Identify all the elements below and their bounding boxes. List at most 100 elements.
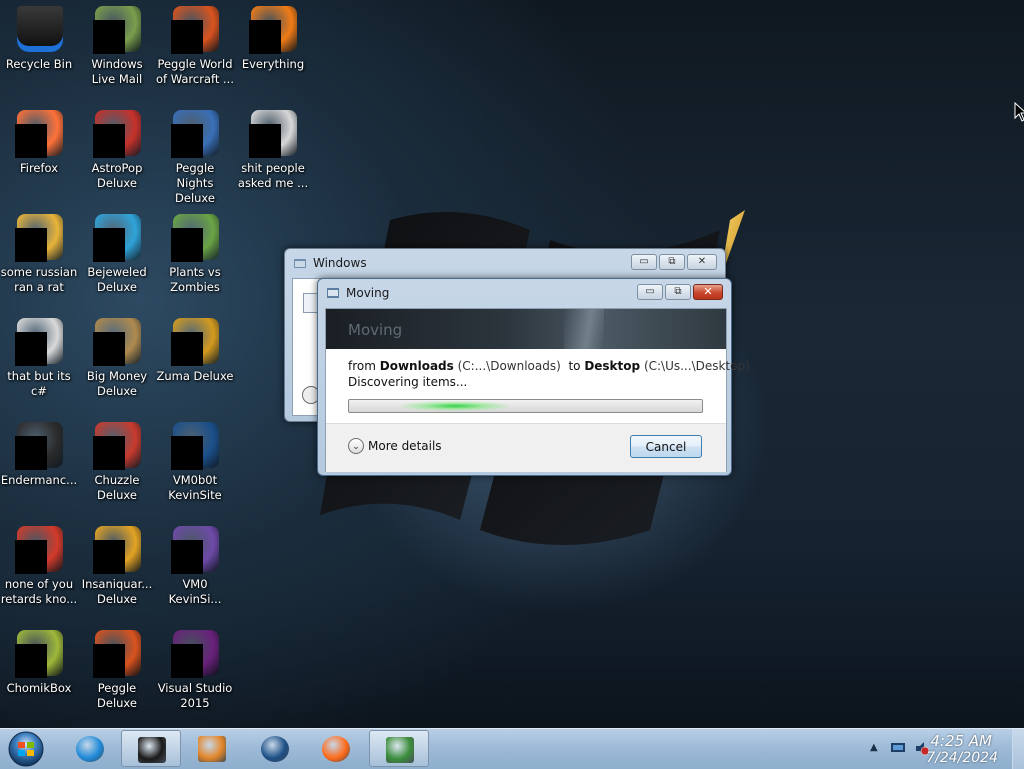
network-icon[interactable] [890,741,906,755]
dialog-caption-buttons: ▭ ⧉ ✕ [635,284,723,300]
desktop-icon[interactable]: Zuma Deluxe [156,318,234,384]
redaction-box [171,436,203,470]
desktop-icon-label: that but its c# [7,369,71,398]
desktop-icon[interactable]: Bejeweled Deluxe [78,214,156,295]
desktop-icon[interactable]: Everything [234,6,312,72]
desktop-icon[interactable]: ChomikBox [0,630,78,696]
show-desktop-button[interactable] [1012,729,1024,769]
redaction-box [249,124,281,158]
taskbar-button[interactable] [245,730,305,767]
desktop-icon-image [93,422,141,470]
redaction-box [15,540,47,574]
dialog-maximize-button[interactable]: ⧉ [665,284,691,300]
dialog-close-button[interactable]: ✕ [693,284,723,300]
redaction-box [249,20,281,54]
redaction-box [93,20,125,54]
desktop-icon-label: Endermanc... [0,473,78,487]
move-description: from Downloads (C:...\Downloads) to Desk… [348,359,750,373]
desktop-icon-label: Windows Live Mail [91,57,143,86]
close-button[interactable]: ✕ [687,254,717,270]
desktop-icon[interactable]: Insaniquar... Deluxe [78,526,156,607]
desktop-icon-label: none of you retards kno... [0,577,78,606]
dest-name[interactable]: Desktop [584,359,640,373]
desktop-icon[interactable]: Peggle World of Warcraft ... [156,6,234,87]
redaction-box [15,228,47,262]
desktop-icon[interactable]: Plants vs Zombies [156,214,234,295]
redaction-box [93,228,125,262]
start-button[interactable] [4,730,48,768]
maximize-button[interactable]: ⧉ [659,254,685,270]
minimize-icon: ▭ [645,286,655,297]
desktop-icon-label: some russian ran a rat [0,265,78,294]
desktop-icon[interactable]: Big Money Deluxe [78,318,156,399]
desktop-icon[interactable]: none of you retards kno... [0,526,78,607]
desktop-icon[interactable]: Chuzzle Deluxe [78,422,156,503]
minimize-icon: ▭ [639,256,649,267]
dialog-footer: ⌄ More details Cancel [326,423,726,472]
desktop-icon-image [15,422,63,470]
desktop-icon-image [249,110,297,158]
redaction-box [15,436,47,470]
progress-glow [400,401,510,411]
redaction-box [93,644,125,678]
desktop-icon-label: Firefox [19,161,59,175]
close-icon: ✕ [697,256,707,267]
desktop-icon[interactable]: Peggle Deluxe [78,630,156,711]
dialog-banner: Moving [326,309,726,349]
taskbar-button[interactable] [182,730,242,767]
desktop-icon-image [93,6,141,54]
desktop-icon-label: Insaniquar... Deluxe [81,577,153,606]
desktop-icon-label: Peggle Nights Deluxe [175,161,215,205]
desktop-icon-label: shit people asked me ... [237,161,309,190]
redaction-box [171,228,203,262]
tray-overflow-icon[interactable]: ▲ [870,742,878,753]
desktop-icon[interactable]: Firefox [0,110,78,176]
desktop-icon[interactable]: AstroPop Deluxe [78,110,156,191]
desktop-icon-image [93,214,141,262]
desktop-icon-image [93,318,141,366]
desktop-icon-image [15,630,63,678]
desktop-icon[interactable]: VM0b0t KevinSite [156,422,234,503]
move-dialog-icon [386,737,414,763]
app-icon [17,6,63,52]
desktop-icon[interactable]: that but its c# [0,318,78,399]
more-details-toggle[interactable]: ⌄ More details [348,438,442,454]
source-path: (C:...\Downloads) [457,359,561,373]
taskbar-button[interactable] [60,730,120,767]
redaction-box [15,124,47,158]
taskbar-button[interactable] [306,730,366,767]
redaction-box [15,644,47,678]
desktop-icon[interactable]: Peggle Nights Deluxe [156,110,234,206]
dialog-title: Moving [346,286,390,300]
minimize-button[interactable]: ▭ [631,254,657,270]
moving-dialog[interactable]: Moving ▭ ⧉ ✕ Moving from Downloads (C:..… [317,278,750,476]
desktop-icon[interactable]: Visual Studio 2015 [156,630,234,711]
desktop-icon[interactable]: Endermanc... [0,422,78,488]
desktop-icon-image [171,110,219,158]
desktop-icon[interactable]: some russian ran a rat [0,214,78,295]
desktop-icon-label: Visual Studio 2015 [157,681,233,710]
desktop-icon[interactable]: Recycle Bin [0,6,78,72]
desktop-icon-label: Recycle Bin [5,57,73,71]
clock-time[interactable]: 4:25 AM [930,732,992,750]
source-name[interactable]: Downloads [380,359,454,373]
dialog-minimize-button[interactable]: ▭ [637,284,663,300]
cancel-button[interactable]: Cancel [630,435,702,458]
clock-date[interactable]: 7/24/2024 [926,750,998,766]
caption-buttons: ▭ ⧉ ✕ [629,254,717,270]
mouse-cursor-icon [1014,102,1024,122]
desktop-icon[interactable]: Windows Live Mail [78,6,156,87]
desktop-icon-label: Peggle World of Warcraft ... [156,57,234,86]
desktop-icon-image [171,214,219,262]
desktop-icon[interactable]: VM0 KevinSi... [156,526,234,607]
desktop-icon-image [15,214,63,262]
desktop-icon-label: VM0 KevinSi... [168,577,222,606]
taskbar-button[interactable] [369,730,429,767]
desktop-icon-image [171,630,219,678]
desktop-icon-label: Bejeweled Deluxe [87,265,147,294]
desktop-icon-label: Peggle Deluxe [97,681,137,710]
taskbar-button[interactable] [121,730,181,767]
desktop-icon-image [249,6,297,54]
desktop-icon[interactable]: shit people asked me ... [234,110,312,191]
more-details-label: More details [368,439,442,453]
